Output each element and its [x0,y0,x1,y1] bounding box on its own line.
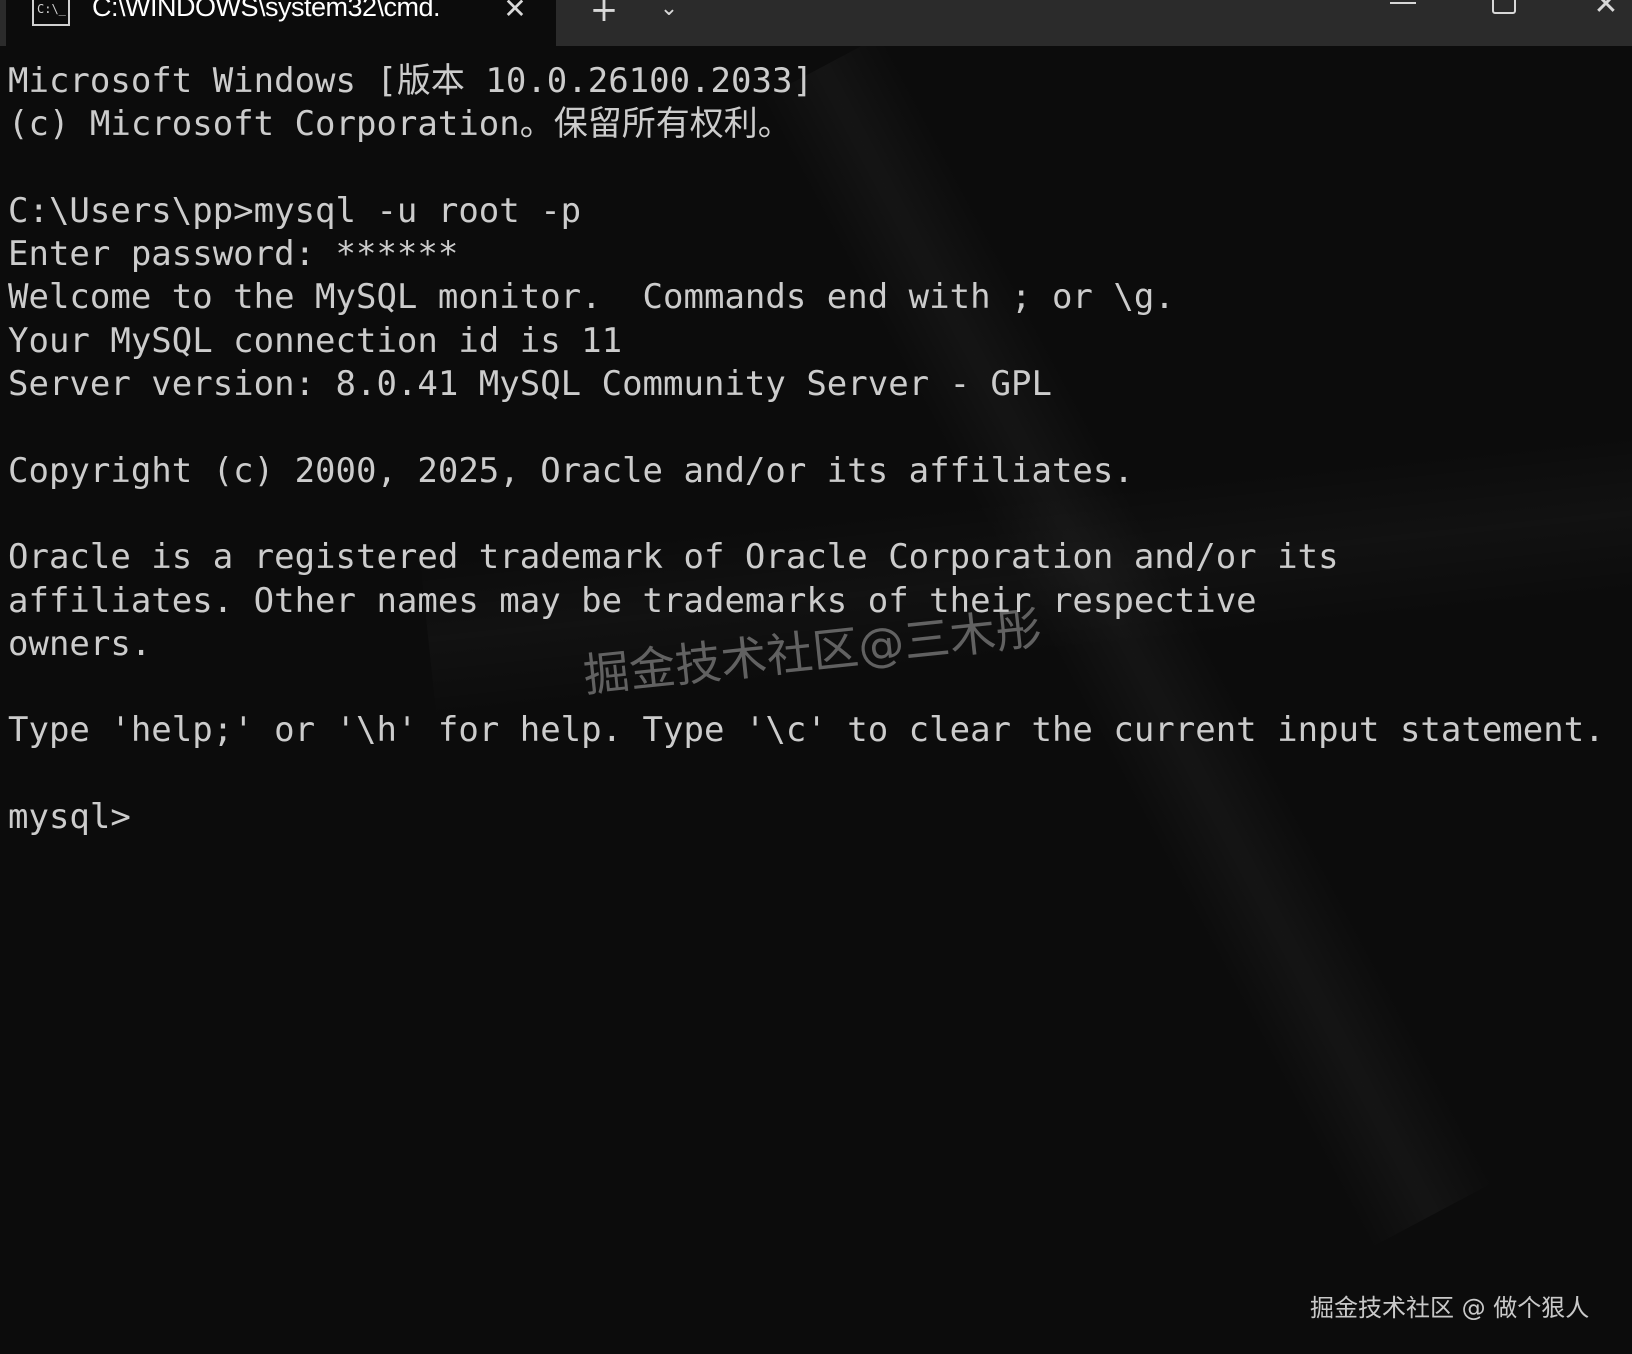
close-icon[interactable]: ✕ [500,0,530,24]
maximize-icon[interactable] [1492,0,1516,14]
plus-icon[interactable]: + [586,0,622,28]
console-line: Microsoft Windows [版本 10.0.26100.2033] [8,61,813,101]
chevron-down-icon[interactable]: ⌄ [654,0,684,24]
console-line: Enter password: ****** [8,234,459,275]
tab-title: C:\WINDOWS\system32\cmd. [92,0,441,22]
console-line: Copyright (c) 2000, 2025, Oracle and/or … [8,450,1134,491]
console-output[interactable]: Microsoft Windows [版本 10.0.26100.2033] (c… [8,60,1618,839]
console-line: Oracle is a registered trademark of Orac… [8,537,1339,578]
console-line: Server version: 8.0.41 MySQL Community S… [8,364,1052,405]
cmd-terminal-icon: C:\_ [32,0,70,26]
tab-icon-text: C:\_ [37,2,66,16]
terminal-window: C:\_ C:\WINDOWS\system32\cmd. ✕ + ⌄ ✕ Mi… [0,0,1632,1354]
console-line: Your MySQL connection id is 11 [8,320,623,361]
console-line: Type 'help;' or '\h' for help. Type '\c'… [8,710,1605,751]
console-line: (c) Microsoft Corporation。保留所有权利。 [8,104,792,145]
title-bar: C:\_ C:\WINDOWS\system32\cmd. ✕ + ⌄ ✕ [0,0,1632,46]
window-close-icon[interactable]: ✕ [1590,0,1622,20]
tab-cmd[interactable]: C:\_ C:\WINDOWS\system32\cmd. ✕ [6,0,556,46]
minimize-icon[interactable] [1390,0,1416,4]
console-line: Welcome to the MySQL monitor. Commands e… [8,277,1175,318]
mysql-prompt[interactable]: mysql> [8,796,1618,839]
watermark-corner: 掘金技术社区 @ 做个狠人 [1310,1294,1590,1322]
console-line: C:\Users\pp>mysql -u root -p [8,190,582,231]
